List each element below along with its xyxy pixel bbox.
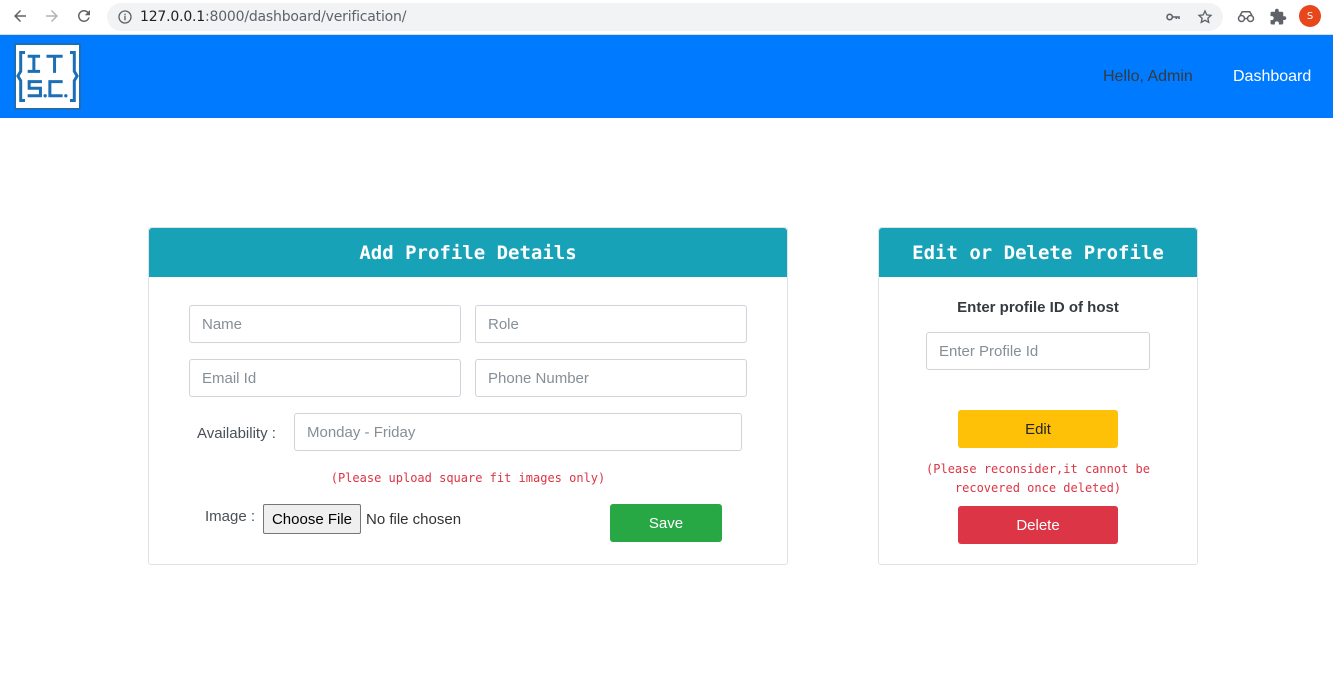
browser-toolbar: 127.0.0.1:8000/dashboard/verification/ S	[0, 0, 1333, 35]
file-status-text: No file chosen	[366, 511, 462, 528]
site-navbar: Hello, Admin Dashboard	[0, 35, 1333, 118]
site-info-icon[interactable]	[117, 9, 133, 25]
profile-avatar[interactable]: S	[1299, 5, 1321, 27]
availability-label: Availability :	[197, 425, 276, 442]
url-host: 127.0.0.1	[140, 9, 205, 25]
itsc-logo[interactable]	[14, 43, 81, 110]
bookmark-star-icon[interactable]	[1197, 9, 1213, 25]
name-input[interactable]: Name	[189, 305, 461, 343]
delete-warning: (Please reconsider,it cannot be recovere…	[879, 460, 1197, 498]
back-icon[interactable]	[10, 6, 30, 26]
availability-input[interactable]: Monday - Friday	[294, 413, 742, 451]
add-profile-card: Add Profile Details Name Role Email Id P…	[148, 227, 788, 565]
edit-profile-card: Edit or Delete Profile Enter profile ID …	[878, 227, 1198, 565]
profile-id-prompt: Enter profile ID of host	[957, 299, 1119, 316]
reload-icon[interactable]	[74, 6, 94, 26]
save-button[interactable]: Save	[610, 504, 722, 542]
phone-input[interactable]: Phone Number	[475, 359, 747, 397]
address-bar[interactable]: 127.0.0.1:8000/dashboard/verification/	[107, 3, 1223, 31]
role-input[interactable]: Role	[475, 305, 747, 343]
dashboard-link[interactable]: Dashboard	[1233, 68, 1311, 86]
profile-id-input[interactable]: Enter Profile Id	[926, 332, 1150, 370]
add-profile-title: Add Profile Details	[149, 228, 787, 277]
forward-icon[interactable]	[42, 6, 62, 26]
image-label: Image :	[205, 508, 256, 525]
choose-file-button[interactable]: Choose File	[263, 504, 361, 534]
delete-warning-line1: (Please reconsider,it cannot be	[926, 462, 1150, 476]
email-input[interactable]: Email Id	[189, 359, 461, 397]
url-path: :8000/dashboard/verification/	[205, 9, 407, 25]
extension-glasses-icon[interactable]	[1237, 8, 1255, 26]
extensions-puzzle-icon[interactable]	[1269, 8, 1287, 26]
delete-button[interactable]: Delete	[958, 506, 1118, 544]
edit-button[interactable]: Edit	[958, 410, 1118, 448]
url-text: 127.0.0.1:8000/dashboard/verification/	[140, 9, 406, 25]
delete-warning-line2: recovered once deleted)	[954, 481, 1122, 495]
key-icon[interactable]	[1165, 9, 1181, 25]
greeting-text: Hello, Admin	[1103, 68, 1193, 85]
image-note: (Please upload square fit images only)	[330, 471, 606, 485]
edit-profile-title: Edit or Delete Profile	[879, 228, 1197, 277]
